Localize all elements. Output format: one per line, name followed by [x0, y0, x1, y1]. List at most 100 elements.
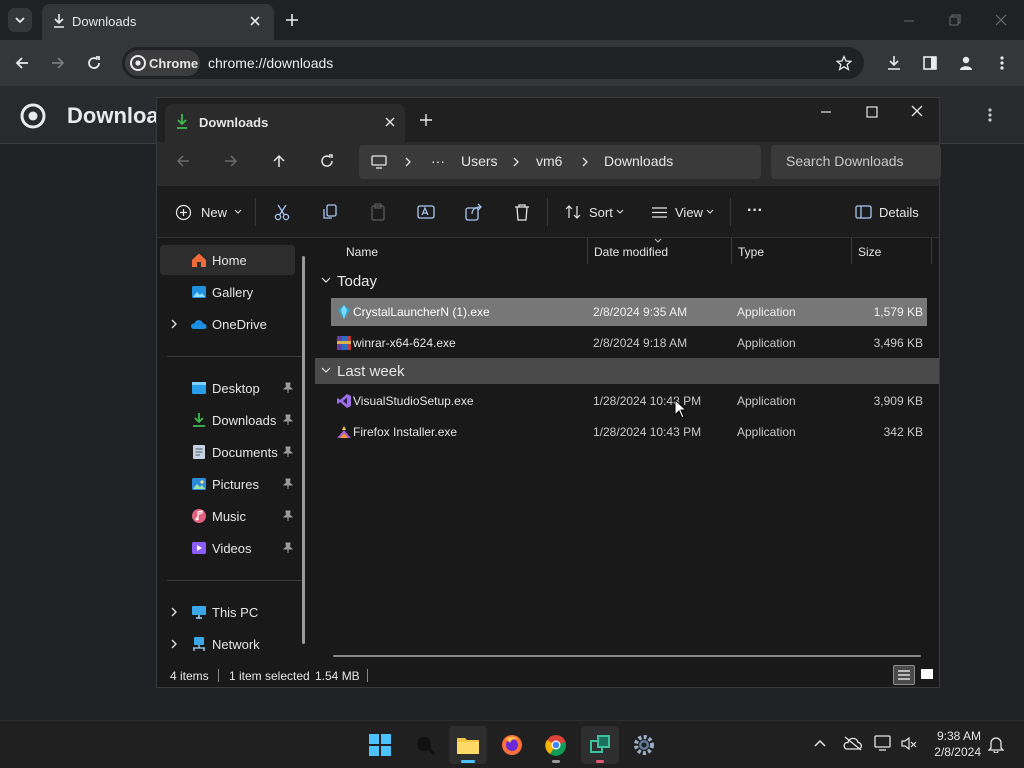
file-row[interactable]: CrystalLauncherN (1).exe 2/8/2024 9:35 A… — [331, 298, 927, 326]
column-divider[interactable] — [851, 238, 852, 264]
view-button[interactable]: View — [650, 202, 718, 224]
remote-app-taskbar-button[interactable] — [581, 726, 619, 764]
tab-search-button[interactable] — [8, 8, 32, 32]
search-box[interactable]: Search Downloads — [771, 145, 941, 179]
breadcrumb-more[interactable]: ··· — [431, 153, 445, 169]
paste-icon[interactable] — [369, 203, 387, 221]
new-button[interactable]: New — [173, 202, 243, 224]
maximize-icon[interactable] — [865, 105, 879, 119]
group-header-last-week[interactable]: Last week — [315, 358, 939, 384]
details-view-button[interactable] — [893, 665, 915, 685]
nav-item-desktop[interactable]: Desktop — [160, 373, 295, 403]
column-divider[interactable] — [731, 238, 732, 264]
column-header-name[interactable]: Name — [346, 245, 378, 259]
side-panel-icon[interactable] — [922, 55, 938, 71]
pin-icon — [283, 510, 293, 521]
remote-connection-icon — [590, 735, 610, 753]
column-divider[interactable] — [587, 238, 588, 264]
nav-item-gallery[interactable]: Gallery — [160, 277, 295, 307]
horizontal-scrollbar[interactable] — [333, 655, 921, 657]
file-explorer-taskbar-button[interactable] — [449, 726, 487, 764]
up-icon[interactable] — [271, 153, 287, 169]
downloads-page-menu-icon[interactable] — [982, 107, 998, 123]
see-more-button[interactable]: ··· — [747, 202, 763, 220]
collapse-chevron-icon[interactable] — [321, 277, 331, 285]
notification-bell-icon[interactable] — [988, 735, 1004, 753]
new-tab-icon[interactable] — [284, 12, 300, 28]
file-row[interactable]: winrar-x64-624.exe 2/8/2024 9:18 AM Appl… — [331, 329, 927, 357]
firefox-taskbar-button[interactable] — [493, 726, 531, 764]
minimize-icon[interactable] — [819, 105, 833, 119]
address-bar[interactable]: ··· Users vm6 Downloads — [359, 145, 761, 179]
chrome-menu-icon[interactable] — [994, 55, 1010, 71]
close-tab-icon[interactable] — [383, 115, 397, 129]
chrome-restore-icon[interactable] — [948, 13, 962, 27]
nav-item-this-pc[interactable]: This PC — [160, 597, 295, 627]
status-divider — [367, 669, 368, 682]
breadcrumb-downloads[interactable]: Downloads — [604, 153, 673, 169]
nav-item-onedrive[interactable]: OneDrive — [160, 309, 295, 339]
column-divider[interactable] — [931, 238, 932, 264]
nav-item-documents[interactable]: Documents — [160, 437, 295, 467]
expand-chevron-icon[interactable] — [169, 318, 179, 330]
clock-date[interactable]: 2/8/2024 — [931, 745, 981, 759]
start-button[interactable] — [361, 726, 399, 764]
details-pane-button[interactable]: Details — [855, 202, 921, 224]
status-size: 1.54 MB — [315, 669, 360, 683]
rename-icon[interactable] — [417, 203, 435, 221]
close-tab-icon[interactable] — [248, 14, 262, 28]
expand-chevron-icon[interactable] — [169, 606, 179, 618]
file-row[interactable]: Firefox Installer.exe 1/28/2024 10:43 PM… — [331, 418, 927, 446]
column-header-type[interactable]: Type — [738, 245, 764, 259]
cut-icon[interactable] — [273, 203, 291, 221]
view-label: View — [675, 205, 703, 220]
reload-icon[interactable] — [86, 55, 102, 71]
sort-button[interactable]: Sort — [563, 202, 627, 224]
downloads-toolbar-icon[interactable] — [886, 55, 902, 71]
chrome-taskbar-button[interactable] — [537, 726, 575, 764]
file-row[interactable]: VisualStudioSetup.exe 1/28/2024 10:48 PM… — [331, 387, 927, 415]
tiles-view-button[interactable] — [917, 665, 937, 685]
back-icon[interactable] — [14, 55, 30, 71]
chrome-close-icon[interactable] — [994, 13, 1008, 27]
back-icon[interactable] — [175, 153, 191, 169]
explorer-tab-downloads[interactable]: Downloads — [165, 104, 405, 142]
chrome-site-chip[interactable]: Chrome — [125, 50, 200, 76]
search-taskbar-button[interactable] — [406, 726, 444, 764]
forward-icon[interactable] — [50, 55, 66, 71]
nav-item-downloads[interactable]: Downloads — [160, 405, 295, 435]
url-text[interactable]: chrome://downloads — [208, 55, 333, 71]
column-header-date[interactable]: Date modified — [594, 245, 668, 259]
group-header-today[interactable]: Today — [315, 268, 939, 294]
share-icon[interactable] — [465, 203, 483, 221]
copy-icon[interactable] — [321, 203, 339, 221]
profile-icon[interactable] — [958, 55, 974, 71]
nav-item-home[interactable]: Home — [160, 245, 295, 275]
breadcrumb-users[interactable]: Users — [461, 153, 498, 169]
bookmark-star-icon[interactable] — [836, 55, 852, 71]
nav-scrollbar[interactable] — [302, 256, 305, 644]
nav-item-music[interactable]: Music — [160, 501, 295, 531]
nav-item-pictures[interactable]: Pictures — [160, 469, 295, 499]
show-hidden-icons-chevron-icon[interactable] — [813, 738, 827, 748]
refresh-icon[interactable] — [319, 153, 335, 169]
chevron-down-icon — [706, 209, 714, 214]
network-tray-icon[interactable] — [874, 734, 894, 752]
column-header-size[interactable]: Size — [858, 245, 881, 259]
firefox-installer-icon — [337, 426, 351, 438]
new-tab-icon[interactable] — [419, 113, 433, 127]
expand-chevron-icon[interactable] — [169, 638, 179, 650]
delete-icon[interactable] — [513, 203, 531, 221]
nav-item-videos[interactable]: Videos — [160, 533, 295, 563]
chrome-minimize-icon[interactable] — [902, 14, 916, 28]
close-icon[interactable] — [910, 104, 924, 118]
onedrive-tray-icon[interactable] — [843, 735, 863, 751]
volume-muted-icon[interactable] — [900, 735, 918, 753]
settings-taskbar-button[interactable] — [625, 726, 663, 764]
breadcrumb-vm6[interactable]: vm6 — [536, 153, 562, 169]
clock-time[interactable]: 9:38 AM — [935, 729, 981, 743]
forward-icon[interactable] — [223, 153, 239, 169]
nav-item-network[interactable]: Network — [160, 629, 295, 659]
collapse-chevron-icon[interactable] — [321, 367, 331, 375]
chrome-tab-downloads[interactable]: Downloads — [42, 4, 274, 40]
